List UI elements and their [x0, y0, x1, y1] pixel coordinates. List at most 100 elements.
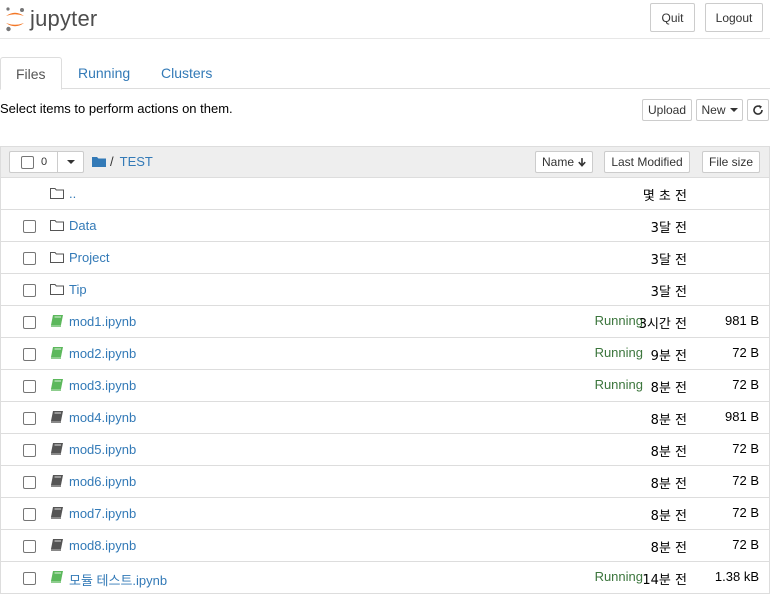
item-last-modified: 9분 전: [650, 349, 687, 364]
list-header: 0 / TEST Name Last Modified File size: [0, 146, 770, 178]
running-indicator: Running: [594, 345, 643, 360]
item-name-link[interactable]: Data: [69, 218, 96, 233]
item-last-modified: 8분 전: [650, 541, 687, 556]
item-name-link[interactable]: ..: [69, 186, 76, 201]
breadcrumb-separator: /: [110, 154, 114, 169]
list-item[interactable]: mod6.ipynb 8분 전 72 B: [0, 466, 770, 498]
breadcrumb-item-test[interactable]: TEST: [120, 154, 153, 169]
item-name-link[interactable]: mod3.ipynb: [69, 378, 136, 393]
item-last-modified: 8분 전: [650, 477, 687, 492]
list-item[interactable]: .. 몇 초 전: [0, 178, 770, 210]
item-name-link[interactable]: Tip: [69, 282, 87, 297]
list-item[interactable]: mod2.ipynb Running 9분 전 72 B: [0, 338, 770, 370]
header: jupyter Quit Logout: [0, 0, 770, 39]
tab-files[interactable]: Files: [0, 57, 62, 90]
select-all-checkbox-wrap: 0: [10, 152, 58, 172]
caret-down-icon: [729, 108, 738, 112]
tab-running[interactable]: Running: [63, 57, 145, 89]
item-file-size: 981 B: [725, 313, 759, 328]
list-item[interactable]: mod7.ipynb 8분 전 72 B: [0, 498, 770, 530]
quit-button[interactable]: Quit: [650, 3, 695, 32]
item-checkbox[interactable]: [23, 220, 36, 233]
logo-text: jupyter: [30, 6, 98, 31]
item-name-link[interactable]: mod6.ipynb: [69, 474, 136, 489]
item-file-size: 72 B: [732, 505, 759, 520]
item-file-size: 72 B: [732, 441, 759, 456]
arrow-down-icon: [578, 157, 586, 167]
item-last-modified: 14분 전: [642, 573, 687, 588]
list-item[interactable]: Data 3달 전: [0, 210, 770, 242]
item-checkbox[interactable]: [23, 348, 36, 361]
item-last-modified: 3시간 전: [638, 317, 687, 332]
item-name-link[interactable]: mod4.ipynb: [69, 410, 136, 425]
select-all-checkbox[interactable]: [21, 155, 34, 169]
folder-icon: [50, 188, 64, 199]
item-checkbox[interactable]: [23, 444, 36, 457]
refresh-button[interactable]: [747, 99, 769, 121]
notebook-icon: [51, 315, 63, 327]
list-item[interactable]: Project 3달 전: [0, 242, 770, 274]
item-checkbox[interactable]: [23, 540, 36, 553]
list-item[interactable]: mod3.ipynb Running 8분 전 72 B: [0, 370, 770, 402]
item-checkbox[interactable]: [23, 476, 36, 489]
folder-icon: [50, 220, 64, 231]
logout-button[interactable]: Logout: [705, 3, 763, 32]
item-checkbox[interactable]: [23, 316, 36, 329]
list-item[interactable]: mod8.ipynb 8분 전 72 B: [0, 530, 770, 562]
item-checkbox[interactable]: [23, 252, 36, 265]
select-dropdown-toggle[interactable]: [58, 152, 83, 172]
instructions-text: Select items to perform actions on them.: [0, 101, 233, 116]
notebook-icon: [51, 411, 63, 423]
running-indicator: Running: [594, 377, 643, 392]
folder-icon: [50, 284, 64, 295]
item-checkbox[interactable]: [23, 284, 36, 297]
list-item[interactable]: Tip 3달 전: [0, 274, 770, 306]
item-name-link[interactable]: mod2.ipynb: [69, 346, 136, 361]
notebook-icon: [51, 347, 63, 359]
caret-down-icon: [66, 160, 75, 164]
running-indicator: Running: [594, 569, 643, 584]
item-checkbox[interactable]: [23, 572, 36, 585]
notebook-icon: [51, 475, 63, 487]
jupyter-logo-icon: [6, 7, 24, 32]
select-all-control: 0: [9, 151, 84, 173]
folder-icon[interactable]: [92, 156, 106, 167]
new-dropdown-button[interactable]: New: [696, 99, 743, 121]
list-item[interactable]: mod5.ipynb 8분 전 72 B: [0, 434, 770, 466]
item-name-link[interactable]: Project: [69, 250, 109, 265]
notebook-icon: [51, 539, 63, 551]
item-file-size: 981 B: [725, 409, 759, 424]
name-sort-label: Name: [542, 155, 575, 169]
tab-bar: Files Running Clusters: [0, 57, 770, 90]
list-item[interactable]: mod1.ipynb Running 3시간 전 981 B: [0, 306, 770, 338]
list-item[interactable]: 모듈 테스트.ipynb Running 14분 전 1.38 kB: [0, 562, 770, 594]
tab-clusters[interactable]: Clusters: [146, 57, 227, 89]
item-last-modified: 8분 전: [650, 381, 687, 396]
sort-by-file-size-button[interactable]: File size: [702, 151, 760, 173]
list-item[interactable]: mod4.ipynb 8분 전 981 B: [0, 402, 770, 434]
notebook-icon: [51, 443, 63, 455]
item-name-link[interactable]: mod1.ipynb: [69, 314, 136, 329]
item-last-modified: 3달 전: [650, 253, 687, 268]
breadcrumb: / TEST: [92, 154, 153, 169]
item-file-size: 72 B: [732, 345, 759, 360]
file-list: .. 몇 초 전 Data 3달 전 Project 3달 전 Tip 3달 전 mod1.ip…: [0, 178, 770, 594]
item-last-modified: 8분 전: [650, 509, 687, 524]
sort-by-last-modified-button[interactable]: Last Modified: [604, 151, 690, 173]
item-checkbox[interactable]: [23, 508, 36, 521]
item-file-size: 72 B: [732, 473, 759, 488]
item-last-modified: 8분 전: [650, 413, 687, 428]
item-name-link[interactable]: mod8.ipynb: [69, 538, 136, 553]
item-name-link[interactable]: mod5.ipynb: [69, 442, 136, 457]
sort-by-name-button[interactable]: Name: [535, 151, 593, 173]
jupyter-logo[interactable]: jupyter: [4, 4, 97, 34]
item-checkbox[interactable]: [23, 412, 36, 425]
item-file-size: 72 B: [732, 537, 759, 552]
item-file-size: 72 B: [732, 377, 759, 392]
item-name-link[interactable]: mod7.ipynb: [69, 506, 136, 521]
item-checkbox[interactable]: [23, 380, 36, 393]
upload-button[interactable]: Upload: [642, 99, 692, 121]
selected-count: 0: [41, 156, 48, 168]
item-name-link[interactable]: 모듈 테스트.ipynb: [69, 570, 167, 589]
item-last-modified: 3달 전: [650, 221, 687, 236]
